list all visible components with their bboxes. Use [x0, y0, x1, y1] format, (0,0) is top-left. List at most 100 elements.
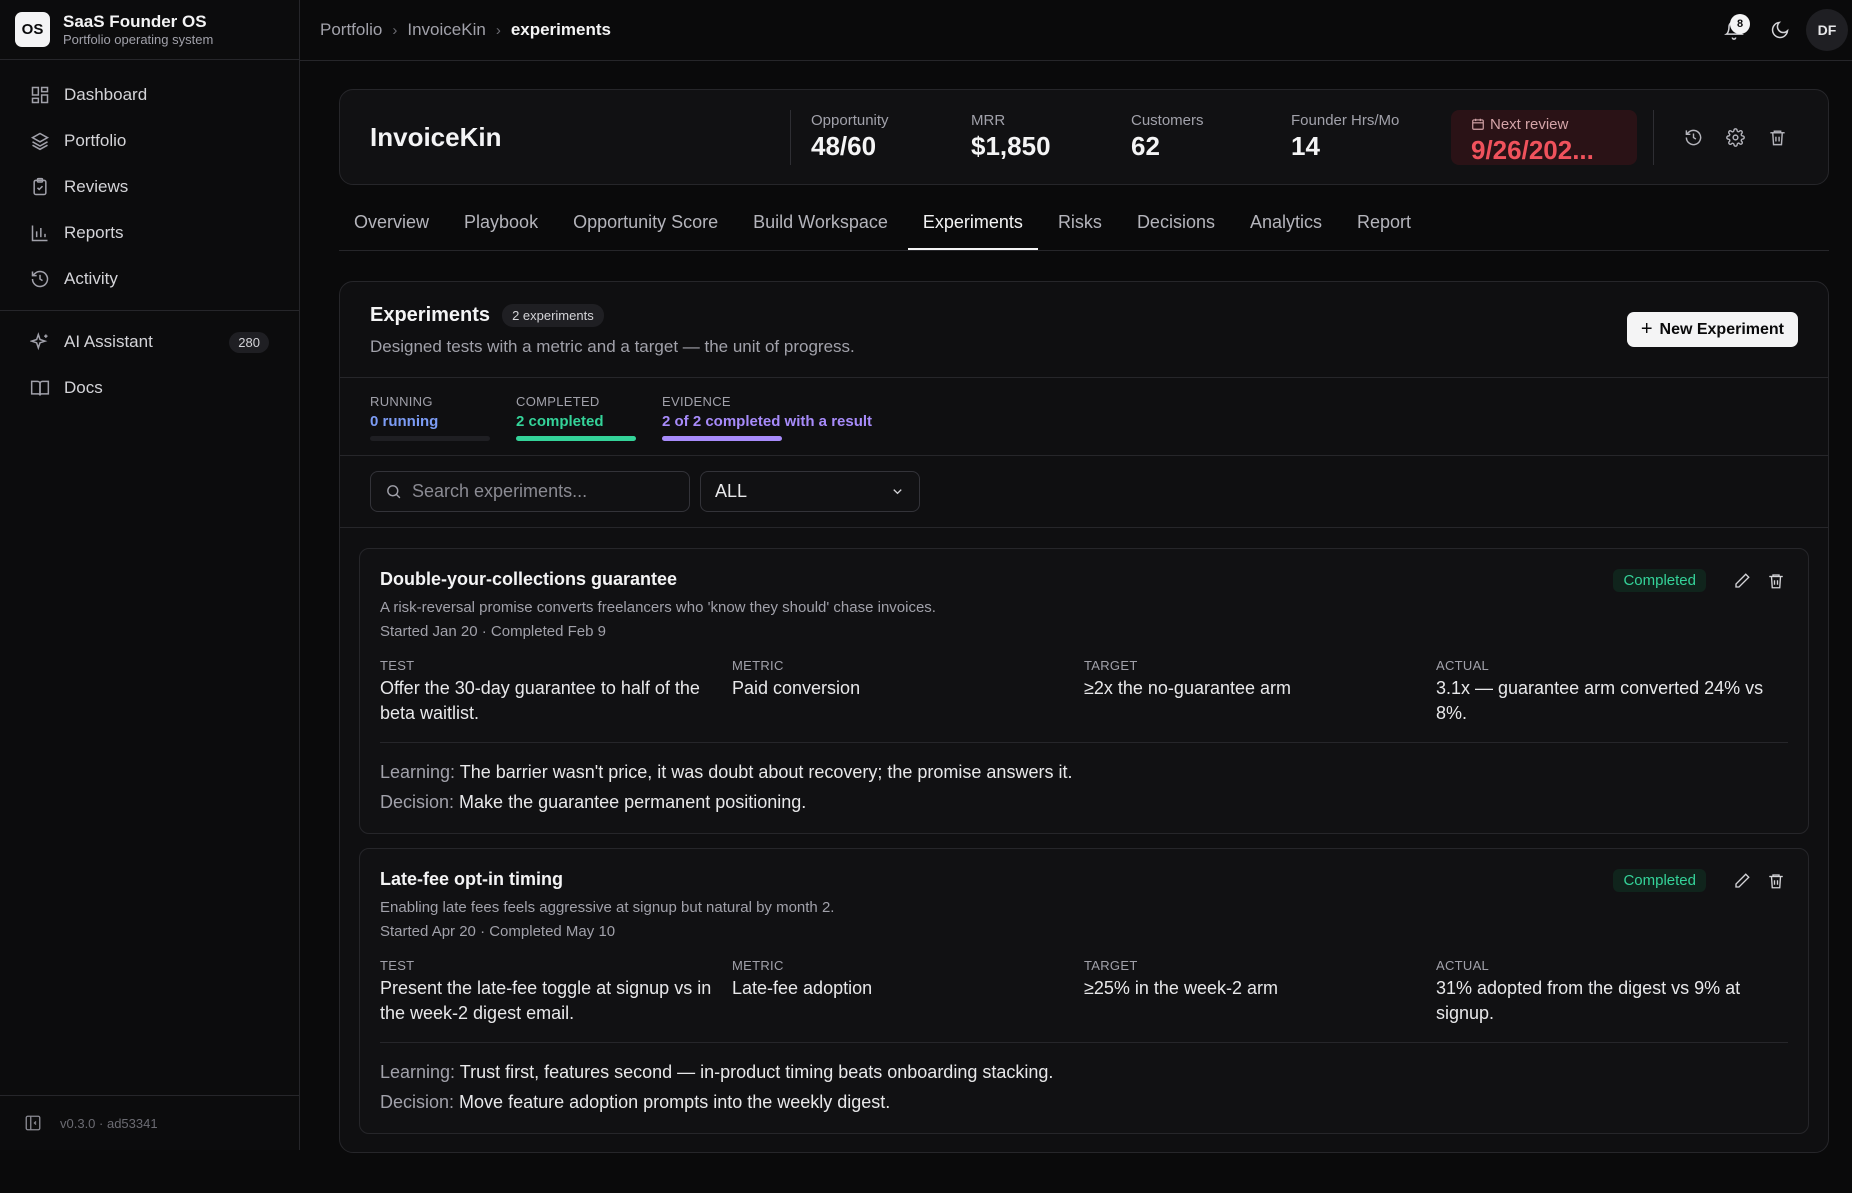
sidebar-item-portfolio[interactable]: Portfolio — [0, 118, 299, 164]
sidebar-item-dashboard[interactable]: Dashboard — [0, 72, 299, 118]
brand-title: SaaS Founder OS — [63, 12, 207, 31]
chevron-down-icon — [893, 489, 902, 495]
experiment-description: Enabling late fees feels aggressive at s… — [380, 899, 835, 916]
breadcrumb-separator: › — [495, 21, 501, 39]
column-label: METRIC — [732, 958, 784, 973]
stat-label: Opportunity — [811, 112, 889, 129]
note-text: The barrier wasn't price, it was doubt a… — [459, 762, 1073, 782]
stat-founder-hours: Founder Hrs/Mo 14 — [1291, 112, 1451, 162]
new-experiment-button[interactable]: + New Experiment — [1626, 312, 1798, 347]
product-tabs: Overview Playbook Opportunity Score Buil… — [339, 203, 1829, 251]
stat-label: Customers — [1131, 112, 1204, 129]
sidebar-item-reports[interactable]: Reports — [0, 210, 299, 256]
breadcrumb-product[interactable]: InvoiceKin — [407, 20, 485, 40]
tab-analytics[interactable]: Analytics — [1235, 203, 1337, 250]
column-label: TARGET — [1084, 958, 1138, 973]
stat-next-review[interactable]: Next review 9/26/202... — [1451, 109, 1637, 165]
search-input[interactable] — [412, 481, 672, 502]
experiment-count-badge: 2 experiments — [502, 304, 604, 327]
experiment-list: Double-your-collections guarantee A risk… — [340, 528, 1828, 1134]
delete-experiment-button[interactable] — [1764, 869, 1788, 893]
metric-value: 0 running — [370, 413, 439, 430]
theme-toggle-button[interactable] — [1760, 10, 1800, 50]
search-icon — [387, 485, 401, 499]
metric-evidence: EVIDENCE 2 of 2 completed with a result — [662, 394, 872, 441]
sidebar-item-activity[interactable]: Activity — [0, 256, 299, 302]
stat-mrr: MRR $1,850 — [971, 112, 1131, 162]
version-label: v0.3.0 · ad53341 — [60, 1115, 158, 1131]
column-value: 31% adopted from the digest vs 9% at sig… — [1436, 978, 1741, 1023]
sidebar-item-reviews[interactable]: Reviews — [0, 164, 299, 210]
brand-subtitle: Portfolio operating system — [63, 32, 214, 47]
settings-button[interactable] — [1714, 116, 1756, 158]
experiment-actual: ACTUAL 31% adopted from the digest vs 9%… — [1436, 958, 1788, 1026]
experiment-test: TEST Present the late-fee toggle at sign… — [380, 958, 732, 1026]
panel-title: Experiments — [370, 304, 491, 326]
learning-note: Learning: The barrier wasn't price, it w… — [380, 757, 1788, 787]
history-icon — [31, 270, 49, 288]
stat-label: MRR — [971, 112, 1006, 129]
decision-note: Decision: Move feature adoption prompts … — [380, 1087, 1788, 1117]
search-box — [370, 471, 690, 512]
column-label: ACTUAL — [1436, 658, 1490, 673]
edit-experiment-button[interactable] — [1730, 869, 1754, 893]
experiment-target: TARGET ≥2x the no-guarantee arm — [1084, 658, 1436, 726]
tab-opportunity-score[interactable]: Opportunity Score — [558, 203, 733, 250]
breadcrumb-separator: › — [392, 21, 398, 39]
new-experiment-label: New Experiment — [1659, 320, 1784, 338]
sidebar-item-label: Activity — [64, 269, 118, 288]
progress-bar — [516, 436, 636, 441]
user-avatar[interactable]: DF — [1806, 9, 1848, 51]
history-button[interactable] — [1672, 116, 1714, 158]
sidebar-footer: v0.3.0 · ad53341 — [0, 1095, 299, 1150]
tab-overview[interactable]: Overview — [339, 203, 444, 250]
column-value: ≥2x the no-guarantee arm — [1084, 678, 1291, 698]
tab-experiments[interactable]: Experiments — [907, 203, 1038, 250]
brand-logo: OS — [15, 12, 50, 47]
main-nav: Dashboard Portfolio Reviews Reports Acti… — [0, 60, 299, 423]
ai-assistant-count: 280 — [229, 331, 269, 353]
status-filter-select[interactable]: ALL — [700, 471, 920, 512]
panel-header: Experiments 2 experiments Designed tests… — [340, 282, 1828, 378]
column-value: 3.1x — guarantee arm converted 24% vs 8%… — [1436, 678, 1764, 723]
column-label: TEST — [380, 658, 415, 673]
notification-count-badge: 8 — [1730, 14, 1750, 34]
header-actions — [1653, 109, 1798, 165]
layers-icon — [30, 132, 50, 151]
column-label: ACTUAL — [1436, 958, 1490, 973]
note-label: Decision: — [380, 792, 455, 812]
experiment-card[interactable]: Late-fee opt-in timing Enabling late fee… — [359, 848, 1809, 1134]
delete-experiment-button[interactable] — [1764, 569, 1788, 593]
breadcrumb-portfolio[interactable]: Portfolio — [320, 20, 382, 40]
stat-value: 14 — [1291, 131, 1320, 161]
tab-playbook[interactable]: Playbook — [449, 203, 553, 250]
product-header: InvoiceKin Opportunity 48/60 MRR $1,850 … — [339, 89, 1829, 185]
experiment-title: Late-fee opt-in timing — [380, 869, 563, 889]
progress-fill — [662, 436, 782, 441]
progress-bar — [370, 436, 490, 441]
experiment-card[interactable]: Double-your-collections guarantee A risk… — [359, 548, 1809, 834]
tab-decisions[interactable]: Decisions — [1122, 203, 1230, 250]
trash-icon — [1769, 874, 1783, 889]
experiment-dates: Started Jan 20 · Completed Feb 9 — [380, 623, 606, 640]
tab-report[interactable]: Report — [1342, 203, 1426, 250]
tab-build-workspace[interactable]: Build Workspace — [738, 203, 903, 250]
delete-product-button[interactable] — [1756, 116, 1798, 158]
notifications-button[interactable]: 8 — [1714, 10, 1754, 50]
brand[interactable]: OS SaaS Founder OS Portfolio operating s… — [0, 0, 299, 60]
status-badge: Completed — [1613, 869, 1706, 892]
collapse-sidebar-icon[interactable] — [24, 1114, 42, 1132]
note-text: Trust first, features second — in-produc… — [459, 1062, 1054, 1082]
sidebar-item-docs[interactable]: Docs — [0, 365, 299, 411]
metric-label: COMPLETED — [516, 394, 600, 409]
experiments-panel: Experiments 2 experiments Designed tests… — [339, 281, 1829, 1153]
trash-icon — [1769, 574, 1783, 589]
tab-risks[interactable]: Risks — [1043, 203, 1117, 250]
panel-description: Designed tests with a metric and a targe… — [370, 337, 855, 356]
note-label: Learning: — [380, 1062, 456, 1082]
stat-value: $1,850 — [971, 131, 1051, 161]
sidebar-item-label: AI Assistant — [64, 332, 153, 351]
stat-customers: Customers 62 — [1131, 112, 1291, 162]
sidebar-item-ai-assistant[interactable]: AI Assistant 280 — [0, 319, 299, 365]
edit-experiment-button[interactable] — [1730, 569, 1754, 593]
